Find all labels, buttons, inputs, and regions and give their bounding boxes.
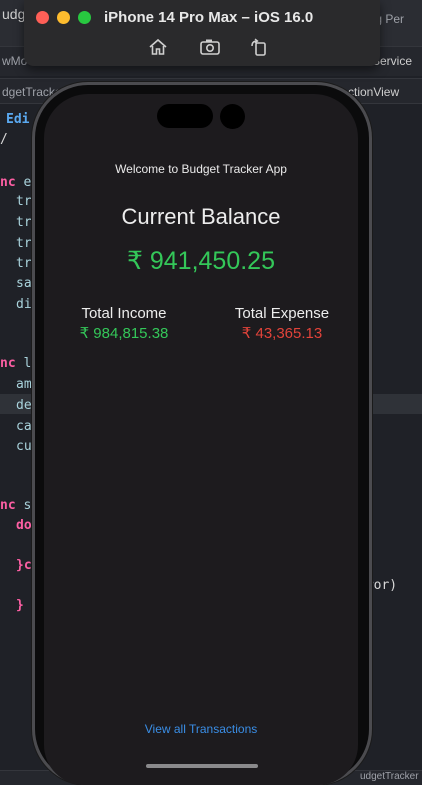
code-line: tr [16,256,32,271]
code-identifier: de [16,398,32,413]
welcome-text: Welcome to Budget Tracker App [115,162,287,176]
code-line: tr [16,215,32,230]
window-zoom-button[interactable] [78,11,91,24]
code-identifier: am [16,377,32,392]
code-keyword: } [16,598,24,613]
code-slash: / [0,132,8,147]
code-line: sa [16,276,32,291]
total-expense-amount: ₹ 43,365.13 [241,325,323,342]
dynamic-island [157,104,213,128]
code-identifier: tr [16,194,32,209]
code-keyword: nc [0,175,16,190]
code-line: di [16,297,32,312]
code-line: nc e [0,175,31,190]
total-expense-label: Total Expense [234,305,330,322]
code-keyword: nc [0,356,16,371]
total-income-label: Total Income [81,305,167,322]
front-camera [220,104,245,129]
screenshot-icon[interactable] [199,38,221,56]
code-line: tr [16,194,32,209]
total-income-amount: ₹ 984,815.38 [79,325,169,342]
code-line: nc l [0,356,31,371]
simulator-title: iPhone 14 Pro Max – iOS 16.0 [104,9,314,26]
phone-screen: Welcome to Budget Tracker App Current Ba… [44,94,358,785]
home-icon[interactable] [147,38,169,56]
code-identifier: ca [16,419,32,434]
code-line: de [16,398,32,413]
rotate-icon[interactable] [248,38,270,56]
code-identifier: cu [16,439,32,454]
breadcrumb-right[interactable]: ctionView [348,85,399,99]
current-balance-amount: ₹ 941,450.25 [127,247,275,275]
window-close-button[interactable] [36,11,49,24]
code-identifier: tr [16,236,32,251]
code-keyword: nc [0,498,16,513]
code-identifier: tr [16,215,32,230]
window-minimize-button[interactable] [57,11,70,24]
code-identifier: di [16,297,32,312]
home-indicator[interactable] [146,764,258,768]
code-line: ca [16,419,32,434]
code-line: do [16,518,32,533]
code-line: am [16,377,32,392]
code-keyword: }c [16,558,32,573]
xcode-tab-left[interactable]: udg [2,6,25,22]
code-identifier: l [15,356,32,371]
simulator-titlebar: iPhone 14 Pro Max – iOS 16.0 [24,0,380,66]
edit-label: Edi [6,112,30,127]
code-identifier: e [15,175,32,190]
code-identifier: sa [16,276,32,291]
code-identifier: tr [16,256,32,271]
debug-bar-label: udgetTracker [360,771,419,782]
code-line: }c [16,558,32,573]
view-all-transactions-link[interactable]: View all Transactions [44,722,358,736]
code-line: cu [16,439,32,454]
code-identifier: s [15,498,32,513]
current-balance-label: Current Balance [121,204,281,229]
code-line: nc s [0,498,31,513]
code-keyword: do [16,518,32,533]
code-line: } [16,598,24,613]
code-line: tr [16,236,32,251]
